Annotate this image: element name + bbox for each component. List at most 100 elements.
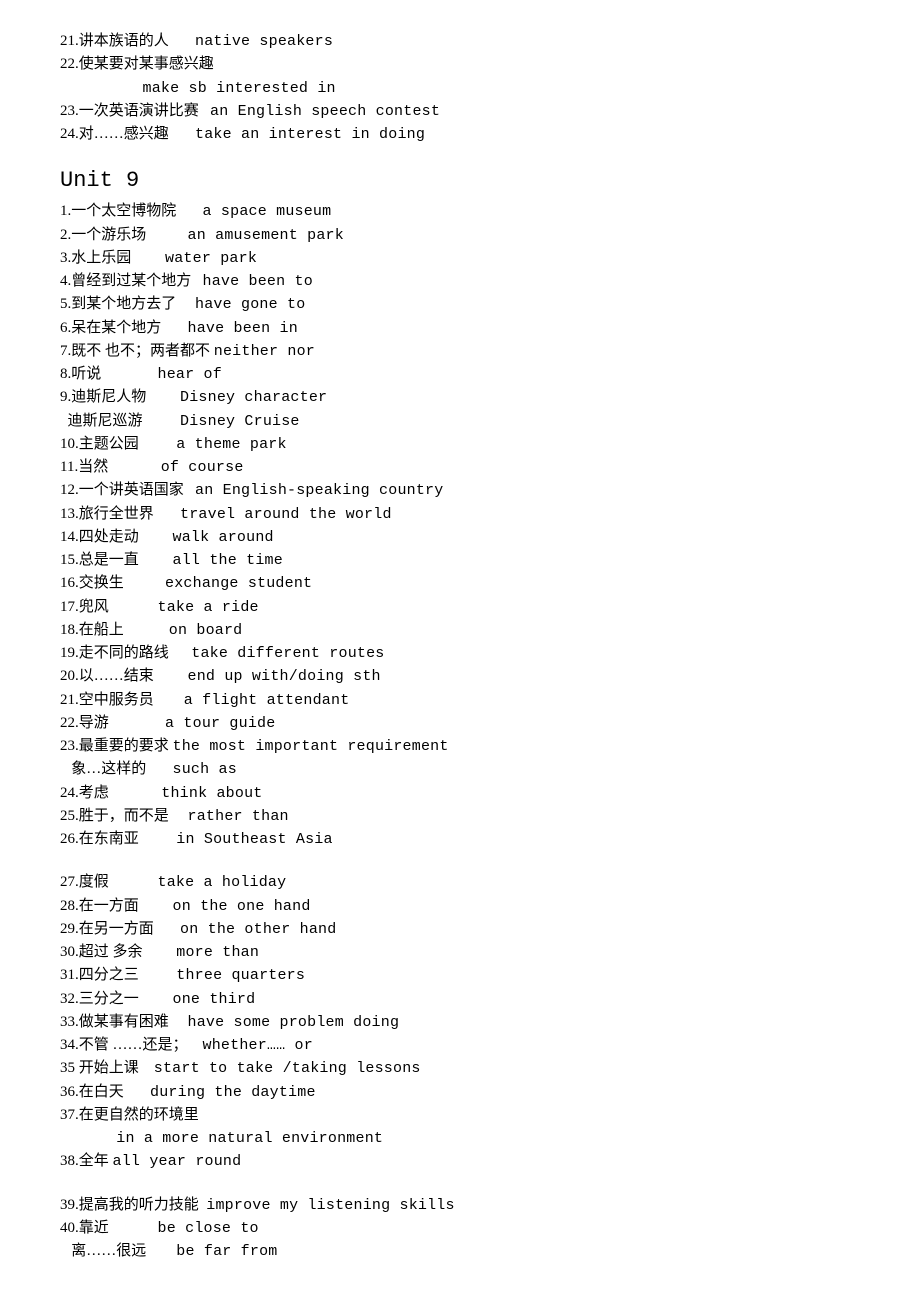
items-row-36: 34.不管 ……还是； whether…… or bbox=[60, 1034, 860, 1057]
items-en-26: rather than bbox=[188, 805, 289, 828]
items-row-26: 25.胜于，而不是 rather than bbox=[60, 805, 860, 828]
items-zh-8: 9.迪斯尼人物 bbox=[60, 386, 180, 409]
items-row-8: 9.迪斯尼人物 Disney character bbox=[60, 386, 860, 409]
items-zh-38: 36.在白天 bbox=[60, 1081, 150, 1104]
items-en-6: neither nor bbox=[214, 340, 315, 363]
items-en-19: take different routes bbox=[191, 642, 384, 665]
top-en-2: make sb interested in bbox=[143, 77, 336, 100]
items-row-31: 29.在另一方面 on the other hand bbox=[60, 918, 860, 941]
items-row-24: 象…这样的 such as bbox=[60, 758, 860, 781]
items-row-0: 1.一个太空博物院 a space museum bbox=[60, 200, 860, 223]
items-row-14: 14.四处走动 walk around bbox=[60, 526, 860, 549]
items-en-24: such as bbox=[173, 758, 237, 781]
items-blank-28 bbox=[60, 851, 860, 871]
items-en-22: a tour guide bbox=[165, 712, 275, 735]
items-row-29: 27.度假 take a holiday bbox=[60, 871, 860, 894]
items-en-25: think about bbox=[161, 782, 262, 805]
items-row-43: 39.提高我的听力技能 improve my listening skills bbox=[60, 1194, 860, 1217]
top-zh-4: 24.对……感兴趣 bbox=[60, 123, 195, 146]
document-body: 21.讲本族语的人 native speakers22.使某要对某事感兴趣 ma… bbox=[60, 30, 860, 1263]
items-row-16: 16.交换生 exchange student bbox=[60, 572, 860, 595]
items-row-23: 23.最重要的要求 the most important requirement bbox=[60, 735, 860, 758]
items-en-5: have been in bbox=[188, 317, 298, 340]
items-row-41: 38.全年 all year round bbox=[60, 1150, 860, 1173]
items-row-1: 2.一个游乐场 an amusement park bbox=[60, 224, 860, 247]
items-row-25: 24.考虑 think about bbox=[60, 782, 860, 805]
items-row-12: 12.一个讲英语国家 an English-speaking country bbox=[60, 479, 860, 502]
items-en-36: whether…… or bbox=[203, 1034, 313, 1057]
items-zh-4: 5.到某个地方去了 bbox=[60, 293, 195, 316]
items-row-40: in a more natural environment bbox=[60, 1127, 860, 1150]
items-en-16: exchange student bbox=[165, 572, 312, 595]
items-row-18: 18.在船上 on board bbox=[60, 619, 860, 642]
items-row-10: 10.主题公园 a theme park bbox=[60, 433, 860, 456]
items-row-39: 37.在更自然的环境里 bbox=[60, 1104, 860, 1127]
top-zh-0: 21.讲本族语的人 bbox=[60, 30, 195, 53]
items-zh-25: 24.考虑 bbox=[60, 782, 161, 805]
items-en-29: take a holiday bbox=[158, 871, 287, 894]
items-en-34: one third bbox=[173, 988, 256, 1011]
items-en-33: three quarters bbox=[176, 964, 305, 987]
items-zh-45: 离……很远 bbox=[60, 1240, 176, 1263]
items-en-9: Disney Cruise bbox=[180, 410, 300, 433]
items-zh-27: 26.在东南亚 bbox=[60, 828, 176, 851]
items-zh-43: 39.提高我的听力技能 bbox=[60, 1194, 206, 1217]
items-row-9: 迪斯尼巡游 Disney Cruise bbox=[60, 410, 860, 433]
items-en-4: have gone to bbox=[195, 293, 305, 316]
items-zh-33: 31.四分之三 bbox=[60, 964, 176, 987]
items-en-45: be far from bbox=[176, 1240, 277, 1263]
items-zh-13: 13.旅行全世界 bbox=[60, 503, 180, 526]
items-row-4: 5.到某个地方去了 have gone to bbox=[60, 293, 860, 316]
items-row-37: 35 开始上课 start to take /taking lessons bbox=[60, 1057, 860, 1080]
items-zh-1: 2.一个游乐场 bbox=[60, 224, 188, 247]
items-row-21: 21.空中服务员 a flight attendant bbox=[60, 689, 860, 712]
items-row-6: 7.既不 也不；两者都不 neither nor bbox=[60, 340, 860, 363]
items-zh-3: 4.曾经到过某个地方 bbox=[60, 270, 203, 293]
items-row-38: 36.在白天 during the daytime bbox=[60, 1081, 860, 1104]
top-row-4: 24.对……感兴趣 take an interest in doing bbox=[60, 123, 860, 146]
items-zh-19: 19.走不同的路线 bbox=[60, 642, 191, 665]
items-zh-36: 34.不管 ……还是； bbox=[60, 1034, 203, 1057]
items-row-13: 13.旅行全世界 travel around the world bbox=[60, 503, 860, 526]
items-zh-18: 18.在船上 bbox=[60, 619, 169, 642]
items-zh-11: 11.当然 bbox=[60, 456, 161, 479]
items-en-18: on board bbox=[169, 619, 243, 642]
top-row-2: make sb interested in bbox=[60, 77, 860, 100]
items-en-1: an amusement park bbox=[188, 224, 344, 247]
items-en-7: hear of bbox=[158, 363, 222, 386]
items-zh-16: 16.交换生 bbox=[60, 572, 165, 595]
items-row-17: 17.兜风 take a ride bbox=[60, 596, 860, 619]
items-en-41: all year round bbox=[113, 1150, 242, 1173]
items-row-44: 40.靠近 be close to bbox=[60, 1217, 860, 1240]
items-zh-14: 14.四处走动 bbox=[60, 526, 173, 549]
items-zh-7: 8.听说 bbox=[60, 363, 158, 386]
items-row-7: 8.听说 hear of bbox=[60, 363, 860, 386]
items-zh-6: 7.既不 也不；两者都不 bbox=[60, 340, 214, 363]
items-zh-40 bbox=[60, 1127, 116, 1150]
items-row-11: 11.当然 of course bbox=[60, 456, 860, 479]
items-zh-5: 6.呆在某个地方 bbox=[60, 317, 188, 340]
items-zh-17: 17.兜风 bbox=[60, 596, 158, 619]
items-row-34: 32.三分之一 one third bbox=[60, 988, 860, 1011]
items-row-3: 4.曾经到过某个地方 have been to bbox=[60, 270, 860, 293]
items-zh-39: 37.在更自然的环境里 bbox=[60, 1104, 199, 1127]
items-blank-42 bbox=[60, 1174, 860, 1194]
items-zh-22: 22.导游 bbox=[60, 712, 165, 735]
items-en-8: Disney character bbox=[180, 386, 327, 409]
items-zh-26: 25.胜于，而不是 bbox=[60, 805, 188, 828]
top-en-0: native speakers bbox=[195, 30, 333, 53]
items-en-20: end up with/doing sth bbox=[188, 665, 381, 688]
top-en-3: an English speech contest bbox=[210, 100, 440, 123]
items-row-35: 33.做某事有困难 have some problem doing bbox=[60, 1011, 860, 1034]
items-row-2: 3.水上乐园 water park bbox=[60, 247, 860, 270]
items-en-14: walk around bbox=[173, 526, 274, 549]
items-en-31: on the other hand bbox=[180, 918, 336, 941]
items-en-11: of course bbox=[161, 456, 244, 479]
items-row-33: 31.四分之三 three quarters bbox=[60, 964, 860, 987]
items-row-15: 15.总是一直 all the time bbox=[60, 549, 860, 572]
items-zh-21: 21.空中服务员 bbox=[60, 689, 184, 712]
items-en-15: all the time bbox=[173, 549, 283, 572]
unit-title: Unit 9 bbox=[60, 164, 860, 198]
items-en-32: more than bbox=[176, 941, 259, 964]
items-en-38: during the daytime bbox=[150, 1081, 316, 1104]
